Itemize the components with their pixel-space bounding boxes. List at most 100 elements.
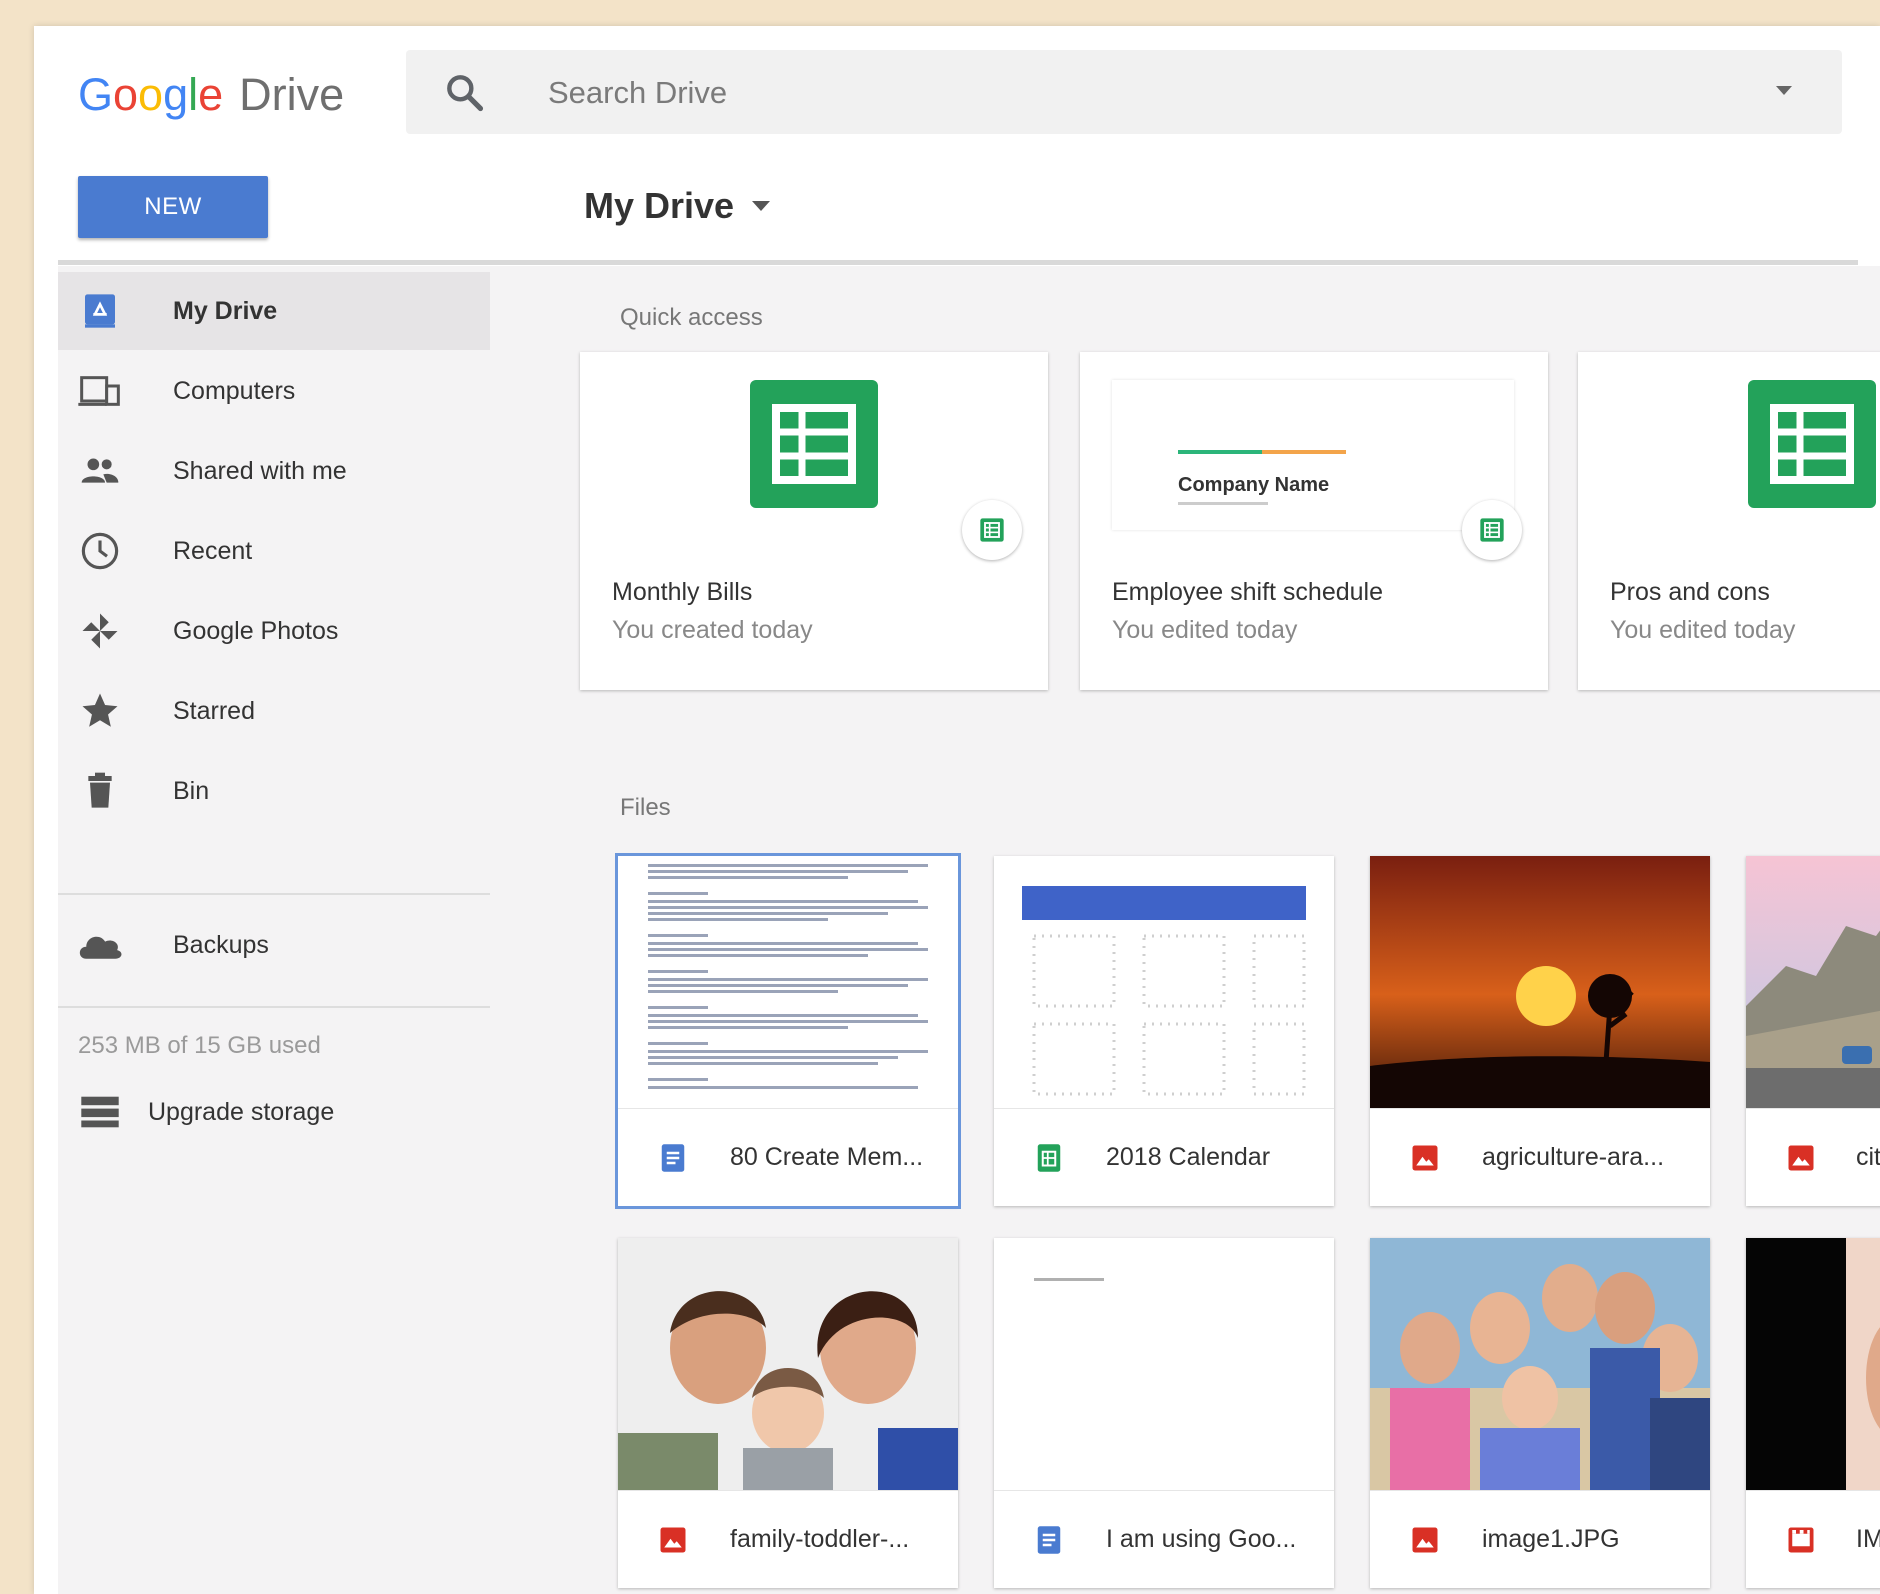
city-photo-thumbnail: [1746, 856, 1880, 1108]
file-name: 80 Create Mem...: [730, 1143, 924, 1171]
sidebar-item-my-drive[interactable]: My Drive: [58, 272, 490, 350]
new-button[interactable]: NEW: [78, 176, 268, 238]
thumb-accent-line: [1178, 450, 1262, 454]
chevron-down-icon[interactable]: [752, 201, 771, 211]
quick-access-title-text: Employee shift schedule: [1112, 578, 1383, 606]
star-icon: [76, 687, 124, 735]
sheets-badge-icon: [962, 500, 1022, 560]
file-name: image1.JPG: [1482, 1525, 1620, 1553]
file-card-footer: IM: [1746, 1490, 1880, 1588]
breadcrumb-my-drive: My Drive: [584, 185, 735, 226]
image-icon: [1412, 1527, 1438, 1553]
quick-access-title: Quick access: [620, 304, 763, 331]
sidebar-item-label: Backups: [173, 930, 269, 959]
logo-letter: e: [198, 69, 224, 120]
file-name: IM: [1856, 1525, 1880, 1553]
logo-drive-text: Drive: [239, 69, 345, 120]
file-card-footer: image1.JPG: [1370, 1490, 1710, 1588]
breadcrumb[interactable]: My Drive: [584, 181, 771, 231]
sidebar-item-bin[interactable]: Bin: [58, 752, 490, 830]
my-drive-icon: [76, 287, 124, 335]
file-card[interactable]: image1.JPG: [1370, 1238, 1710, 1588]
calendar-thumbnail: [994, 856, 1334, 1108]
file-name: I am using Goo...: [1106, 1525, 1297, 1553]
header-divider: [58, 260, 1858, 265]
thumb-heading: Company Name: [1178, 474, 1330, 496]
video-icon: [1788, 1527, 1814, 1553]
video-thumbnail: [1746, 1238, 1880, 1490]
file-name: 2018 Calendar: [1106, 1143, 1271, 1171]
sidebar-item-label: Starred: [173, 696, 255, 725]
thumb-text-line: [1034, 1278, 1104, 1281]
sidebar-item-computers[interactable]: Computers: [58, 352, 490, 430]
computers-icon: [76, 367, 124, 415]
sidebar-item-starred[interactable]: Starred: [58, 672, 490, 750]
file-name: cit: [1856, 1143, 1880, 1171]
sidebar-divider: [58, 1006, 490, 1008]
sheets-large-icon: [750, 380, 878, 508]
image-icon: [1412, 1145, 1438, 1171]
search-icon[interactable]: [442, 70, 486, 114]
quick-access-card[interactable]: Monthly Bills You created today: [580, 352, 1048, 690]
google-drive-logo[interactable]: Google Drive: [78, 60, 344, 130]
file-card[interactable]: family-toddler-...: [618, 1238, 958, 1588]
trash-icon: [76, 767, 124, 815]
quick-access-subtitle: You created today: [612, 616, 813, 644]
sidebar-item-label: My Drive: [173, 296, 278, 325]
shared-icon: [76, 447, 124, 495]
cloud-icon: [76, 921, 124, 969]
upgrade-storage-label: Upgrade storage: [148, 1097, 335, 1126]
sheets-large-icon: [1748, 380, 1876, 508]
upgrade-storage-link[interactable]: Upgrade storage: [58, 1082, 490, 1142]
sidebar-item-backups[interactable]: Backups: [58, 906, 490, 984]
main-content: Quick access Monthly Bills You created t…: [496, 266, 1880, 1594]
logo-letter: o: [113, 69, 139, 120]
logo-letter: G: [78, 69, 114, 120]
file-card[interactable]: 80 Create Mem...: [615, 853, 961, 1209]
sidebar-item-recent[interactable]: Recent: [58, 512, 490, 590]
file-card[interactable]: 2018 Calendar: [994, 856, 1334, 1206]
file-name: agriculture-ara...: [1482, 1143, 1665, 1171]
sidebar-item-google-photos[interactable]: Google Photos: [58, 592, 490, 670]
group-photo-thumbnail: [1370, 1238, 1710, 1490]
sidebar-item-label: Computers: [173, 376, 296, 405]
document-thumbnail: Company Name: [1112, 380, 1514, 530]
sidebar-item-label: Recent: [173, 536, 253, 565]
sidebar-divider: [58, 893, 490, 895]
files-title: Files: [620, 794, 671, 821]
quick-access-subtitle: You edited today: [1610, 616, 1796, 644]
file-card[interactable]: I am using Goo...: [994, 1238, 1334, 1588]
file-card-footer: family-toddler-...: [618, 1490, 958, 1588]
file-card-footer: 2018 Calendar: [994, 1108, 1334, 1206]
docs-icon: [661, 1144, 685, 1172]
pinwheel-icon: [76, 607, 124, 655]
image-icon: [1788, 1145, 1814, 1171]
logo-letter: l: [188, 69, 199, 120]
file-card-footer: agriculture-ara...: [1370, 1108, 1710, 1206]
file-card[interactable]: agriculture-ara...: [1370, 856, 1710, 1206]
quick-access-card[interactable]: Pros and cons You edited today: [1578, 352, 1880, 690]
sidebar-item-label: Google Photos: [173, 616, 339, 645]
logo-letter: o: [138, 69, 164, 120]
sunset-photo-thumbnail: [1370, 856, 1710, 1108]
sidebar-item-label: Bin: [173, 776, 210, 805]
quick-access-title-text: Monthly Bills: [612, 578, 753, 606]
search-input[interactable]: [546, 50, 1650, 136]
doc-thumbnail: [994, 1238, 1334, 1490]
file-card-footer: cit: [1746, 1108, 1880, 1206]
sidebar: My Drive Computers Shared with me Recent…: [58, 266, 496, 1594]
quick-access-title-text: Pros and cons: [1610, 578, 1770, 606]
quick-access-card[interactable]: Company Name Employee shift schedule You…: [1080, 352, 1548, 690]
thumb-text-line: [1178, 502, 1268, 505]
file-card[interactable]: IM: [1746, 1238, 1880, 1588]
docs-icon: [1037, 1526, 1061, 1554]
image-icon: [660, 1527, 686, 1553]
storage-usage-text: 253 MB of 15 GB used: [78, 1032, 321, 1059]
search-options-caret-icon[interactable]: [1776, 86, 1792, 95]
sidebar-item-shared-with-me[interactable]: Shared with me: [58, 432, 490, 510]
sidebar-item-label: Shared with me: [173, 456, 347, 485]
file-card[interactable]: cit: [1746, 856, 1880, 1206]
search-bar[interactable]: [406, 50, 1842, 136]
file-card-footer: 80 Create Mem...: [618, 1108, 958, 1206]
file-name: family-toddler-...: [730, 1525, 910, 1553]
